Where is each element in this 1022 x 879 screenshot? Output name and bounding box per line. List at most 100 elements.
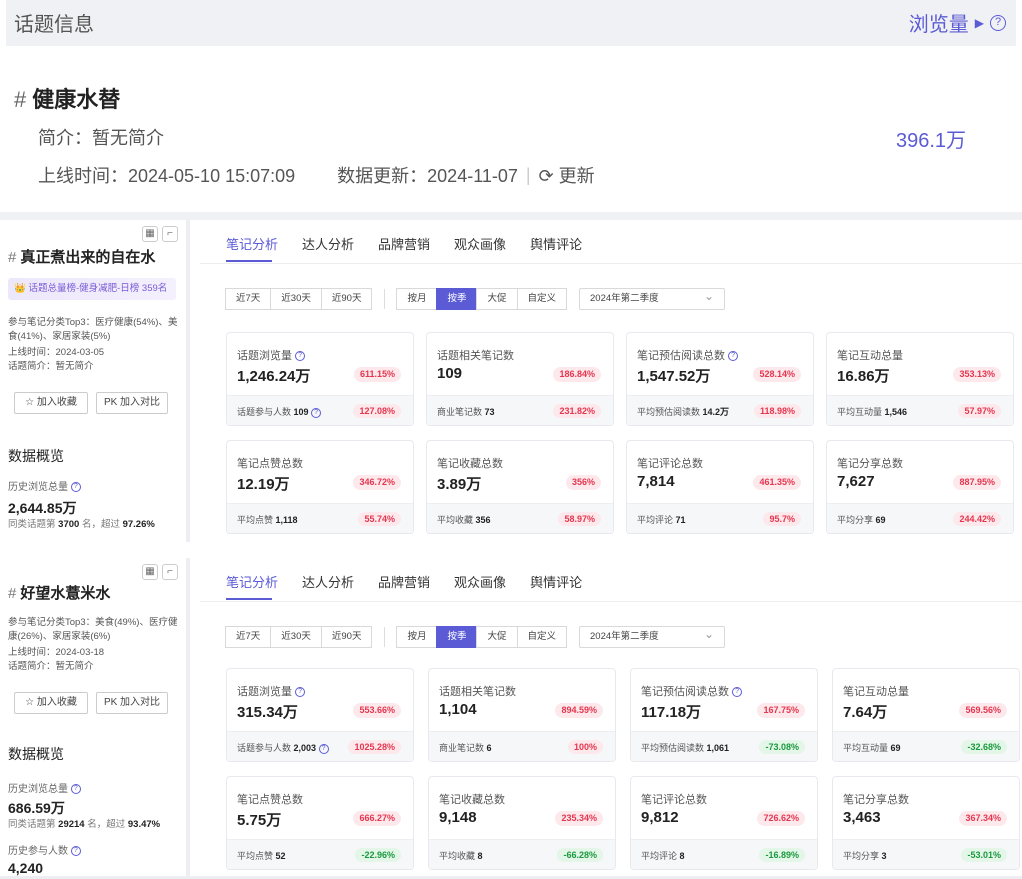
metric-label: 笔记收藏总数 <box>439 791 505 807</box>
help-icon[interactable]: ? <box>70 846 81 857</box>
sub-metric-value: 73 <box>484 407 495 417</box>
sub-metric: 平均互动量 69 <box>843 741 901 754</box>
grid-icon[interactable]: ▦ <box>142 226 158 242</box>
help-icon[interactable]: ? <box>295 687 306 698</box>
period-filter-option[interactable]: 大促 <box>476 626 518 648</box>
period-filter-option[interactable]: 按季 <box>436 626 478 648</box>
help-icon[interactable]: ? <box>990 14 1006 31</box>
period-filter-option[interactable]: 按月 <box>396 626 438 648</box>
metric-label: 话题浏览量 ? <box>237 347 306 363</box>
sub-metric: 平均点赞 1,118 <box>237 513 298 526</box>
metric-value: 1,246.24万 <box>237 368 311 385</box>
range-filter-option[interactable]: 近90天 <box>320 626 373 648</box>
tab-item[interactable]: 品牌营销 <box>378 572 430 591</box>
sub-metric-label: 平均预估阅读数 <box>641 743 705 753</box>
metric-card: 笔记预估阅读总数 ? 1,547.52万 528.14% 平均预估阅读数 14.2万 1… <box>626 332 814 426</box>
sub-change-badge: 231.82% <box>553 404 601 418</box>
metric-footer: 平均互动量 1,546 57.97% <box>827 395 1013 425</box>
metric-footer: 商业笔记数 6 100% <box>429 731 615 761</box>
help-icon[interactable]: ? <box>732 687 743 698</box>
period-filter-group: 按月 按季 大促 自定义 <box>396 626 568 648</box>
metric-dropdown[interactable]: 浏览量 ▶ ? <box>909 8 1006 37</box>
add-favorite-button[interactable]: ☆ 加入收藏 <box>14 692 88 714</box>
help-icon[interactable]: ? <box>70 784 81 795</box>
metric-card: 笔记收藏总数 9,148 235.34% 平均收藏 8 -66.28% <box>428 776 616 870</box>
period-filter-option[interactable]: 按季 <box>436 288 478 310</box>
sub-metric-label: 平均评论 <box>637 515 674 525</box>
sub-change-badge: 1025.28% <box>348 740 401 754</box>
sub-metric-label: 平均评论 <box>641 851 678 861</box>
hist-participants-label: 历史参与人数 ? <box>8 842 81 857</box>
add-compare-button[interactable]: PK 加入对比 <box>96 692 168 714</box>
grid-icon[interactable]: ▦ <box>142 564 158 580</box>
topic-intro: 话题简介：暂无简介 <box>8 661 94 672</box>
tab-item[interactable]: 达人分析 <box>302 572 354 591</box>
sub-metric-label: 话题参与人数 <box>237 407 292 417</box>
metric-footer: 平均预估阅读数 1,061 -73.08% <box>631 731 817 761</box>
online-time: 上线时间：2024-03-05 <box>8 347 105 358</box>
help-icon[interactable]: ? <box>295 351 306 362</box>
collapse-icon[interactable]: ⌐ <box>162 226 178 242</box>
tab-item[interactable]: 观众画像 <box>454 572 506 591</box>
change-badge: 235.34% <box>555 811 603 826</box>
collapse-icon[interactable]: ⌐ <box>162 564 178 580</box>
sub-metric-value: 1,546 <box>884 407 908 417</box>
tab-item[interactable]: 笔记分析 <box>226 572 278 591</box>
tab-item[interactable]: 舆情评论 <box>530 234 582 253</box>
add-compare-button[interactable]: PK 加入对比 <box>96 392 168 414</box>
quarter-select[interactable]: 2024年第二季度 <box>579 286 726 310</box>
tab-item[interactable]: 笔记分析 <box>226 234 278 253</box>
metric-label: 笔记互动总量 <box>837 347 903 363</box>
filter-bar: 近7天 近30天 近90天 按月 按季 大促 自定义 2024年第二季度 <box>225 624 726 648</box>
data-update: 数据更新：2024-11-07 <box>337 166 518 186</box>
rank-percent: 97.26% <box>122 519 155 530</box>
quarter-select[interactable]: 2024年第二季度 <box>579 624 726 648</box>
metric-label: 笔记分享总数 <box>837 455 903 471</box>
metric-label: 笔记评论总数 <box>637 455 703 471</box>
metric-label: 笔记收藏总数 <box>437 455 503 471</box>
sub-change-badge: -73.08% <box>759 740 805 754</box>
period-filter-option[interactable]: 自定义 <box>516 288 568 310</box>
change-badge: 553.66% <box>353 703 401 718</box>
tab-item[interactable]: 舆情评论 <box>530 572 582 591</box>
range-filter-option[interactable]: 近7天 <box>225 288 272 310</box>
hist-views-value: 2,644.85万 <box>8 500 77 516</box>
metric-footer: 平均分享 3 -53.01% <box>833 839 1019 869</box>
tab-item[interactable]: 达人分析 <box>302 234 354 253</box>
refresh-button[interactable]: ⟳ 更新 <box>539 162 595 188</box>
help-icon[interactable]: ? <box>311 407 322 418</box>
topic-title: # 健康水替 <box>14 82 120 114</box>
period-filter-option[interactable]: 按月 <box>396 288 438 310</box>
help-icon[interactable]: ? <box>70 482 81 493</box>
help-icon[interactable]: ? <box>318 743 329 754</box>
sub-metric-value: 1,118 <box>275 515 298 525</box>
help-icon[interactable]: ? <box>728 351 739 362</box>
metric-label: 话题浏览量 ? <box>237 683 306 699</box>
range-filter-option[interactable]: 近7天 <box>225 626 272 648</box>
range-filter-option[interactable]: 近30天 <box>270 626 322 648</box>
range-filter-option[interactable]: 近30天 <box>270 288 322 310</box>
metric-label: 笔记分享总数 <box>843 791 909 807</box>
section-divider <box>0 212 1022 220</box>
rank-percent: 93.47% <box>127 819 161 830</box>
overview-heading: 数据概览 <box>8 746 64 762</box>
sub-metric-value: 1,061 <box>706 743 730 753</box>
sub-metric: 平均点赞 52 <box>237 849 286 862</box>
filter-bar: 近7天 近30天 近90天 按月 按季 大促 自定义 2024年第二季度 <box>225 286 726 310</box>
range-filter-option[interactable]: 近90天 <box>320 288 373 310</box>
change-badge: 569.56% <box>959 703 1007 718</box>
rank-number: 3700 <box>58 519 80 530</box>
tab-item[interactable]: 观众画像 <box>454 234 506 253</box>
add-favorite-button[interactable]: ☆ 加入收藏 <box>14 392 88 414</box>
tab-item[interactable]: 品牌营销 <box>378 234 430 253</box>
period-filter-option[interactable]: 大促 <box>476 288 518 310</box>
hist-participants-value: 4,240 <box>8 860 44 876</box>
metric-card: 笔记互动总量 16.86万 353.13% 平均互动量 1,546 57.97% <box>826 332 1014 426</box>
sub-change-badge: 55.74% <box>358 512 401 526</box>
sub-change-badge: -32.68% <box>961 740 1007 754</box>
sub-metric-value: 52 <box>275 851 286 861</box>
rank-badge[interactable]: 👑 话题总量榜-健身减肥-日榜 359名 <box>8 278 176 300</box>
sub-metric-label: 平均点赞 <box>237 851 274 861</box>
period-filter-option[interactable]: 自定义 <box>516 626 568 648</box>
sub-metric-value: 356 <box>475 515 491 525</box>
